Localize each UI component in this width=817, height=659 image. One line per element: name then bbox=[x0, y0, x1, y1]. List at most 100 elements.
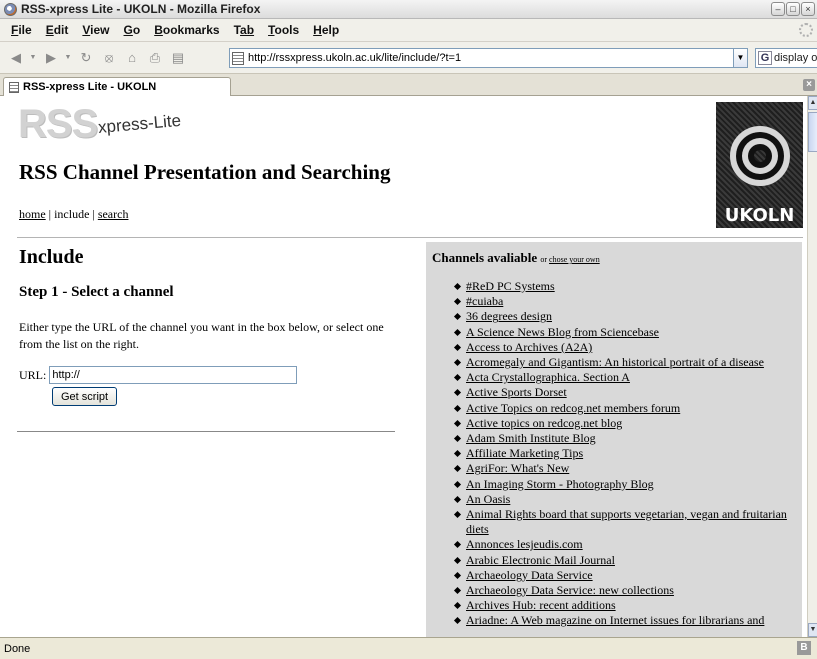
channel-link[interactable]: Animal Rights board that supports vegeta… bbox=[466, 507, 787, 536]
site-navigation: home | include | search bbox=[19, 207, 129, 221]
channel-url-input[interactable] bbox=[49, 366, 298, 384]
list-item: Active Topics on redcog.net members foru… bbox=[454, 401, 796, 416]
list-item: Arabic Electronic Mail Journal bbox=[454, 553, 796, 568]
channel-link[interactable]: #cuiaba bbox=[466, 294, 503, 308]
menu-bookmarks[interactable]: Bookmarks bbox=[147, 23, 226, 37]
window-controls: – □ × bbox=[771, 2, 815, 16]
channel-link[interactable]: Acta Crystallographica. Section A bbox=[466, 370, 630, 384]
url-label: URL: bbox=[19, 367, 47, 382]
step-heading: Step 1 - Select a channel bbox=[19, 284, 174, 300]
channel-link[interactable]: Archives Hub: recent additions bbox=[466, 598, 616, 612]
tab-strip: RSS-xpress Lite - UKOLN × bbox=[0, 74, 817, 96]
get-script-button[interactable]: Get script bbox=[52, 387, 118, 406]
list-item: An Oasis bbox=[454, 492, 796, 507]
back-icon[interactable]: ◀ bbox=[6, 48, 26, 68]
channel-list: #ReD PC Systems #cuiaba 36 degrees desig… bbox=[432, 279, 796, 629]
page-icon bbox=[9, 81, 19, 93]
form-divider bbox=[17, 431, 395, 432]
url-row: URL: bbox=[19, 366, 399, 384]
forward-icon[interactable]: ▶ bbox=[41, 48, 61, 68]
reload-icon[interactable]: ↻ bbox=[76, 48, 96, 68]
list-item: Archives Hub: recent additions bbox=[454, 598, 796, 613]
url-dropdown-icon[interactable]: ▼ bbox=[733, 48, 748, 68]
channel-link[interactable]: Acromegaly and Gigantism: An historical … bbox=[466, 355, 764, 369]
channel-link[interactable]: Ariadne: A Web magazine on Internet issu… bbox=[466, 613, 764, 627]
nav-include-current: include bbox=[54, 207, 90, 221]
channel-link[interactable]: Archaeology Data Service bbox=[466, 568, 593, 582]
page-icon bbox=[232, 51, 244, 65]
channel-link[interactable]: Active topics on redcog.net blog bbox=[466, 416, 622, 430]
search-input[interactable]: display our news your bbox=[774, 52, 817, 64]
close-icon[interactable]: × bbox=[801, 2, 815, 16]
list-item: Animal Rights board that supports vegeta… bbox=[454, 507, 796, 537]
list-item: Affiliate Marketing Tips bbox=[454, 446, 796, 461]
list-item: 36 degrees design bbox=[454, 309, 796, 324]
channel-link[interactable]: An Imaging Storm - Photography Blog bbox=[466, 477, 654, 491]
window-title-bar: RSS-xpress Lite - UKOLN - Mozilla Firefo… bbox=[0, 0, 817, 19]
page-heading: Include bbox=[19, 246, 84, 268]
menu-tools[interactable]: Tools bbox=[261, 23, 306, 37]
list-item: #cuiaba bbox=[454, 294, 796, 309]
list-item: Active Sports Dorset bbox=[454, 385, 796, 400]
channels-heading: Channels avaliable or chose your own bbox=[432, 250, 600, 265]
page-content: RSS xpress-Lite RSS Channel Presentation… bbox=[0, 96, 807, 637]
menu-tab[interactable]: Tab bbox=[227, 23, 261, 37]
list-item: Annonces lesjeudis.com bbox=[454, 537, 796, 552]
navigation-toolbar: ◀ ▼ ▶ ▼ ↻ ⦻ ⌂ ⎙ ▤ ▼ G display our news y… bbox=[0, 42, 817, 74]
scrollbar-thumb[interactable] bbox=[808, 112, 817, 152]
list-item: Acta Crystallographica. Section A bbox=[454, 370, 796, 385]
status-text: Done bbox=[4, 642, 31, 655]
search-engine-icon[interactable]: G bbox=[758, 51, 772, 65]
channel-link[interactable]: Annonces lesjeudis.com bbox=[466, 537, 583, 551]
extension-icon[interactable]: B bbox=[797, 641, 811, 655]
menu-edit[interactable]: Edit bbox=[39, 23, 76, 37]
header-divider bbox=[17, 237, 803, 238]
channel-link[interactable]: Archaeology Data Service: new collection… bbox=[466, 583, 674, 597]
channels-panel: Channels avaliable or chose your own #Re… bbox=[426, 242, 802, 637]
list-item: An Imaging Storm - Photography Blog bbox=[454, 477, 796, 492]
channel-link[interactable]: #ReD PC Systems bbox=[466, 279, 555, 293]
nav-search-link[interactable]: search bbox=[98, 207, 129, 221]
url-input[interactable] bbox=[248, 52, 708, 64]
maximize-icon[interactable]: □ bbox=[786, 2, 800, 16]
forward-dropdown-icon[interactable]: ▼ bbox=[64, 48, 72, 68]
scroll-down-icon[interactable]: ▼ bbox=[808, 623, 817, 637]
minimize-icon[interactable]: – bbox=[771, 2, 785, 16]
menu-bar: File Edit View Go Bookmarks Tab Tools He… bbox=[0, 19, 817, 42]
nav-home-link[interactable]: home bbox=[19, 207, 46, 221]
back-dropdown-icon[interactable]: ▼ bbox=[29, 48, 37, 68]
channel-link[interactable]: Access to Archives (A2A) bbox=[466, 340, 592, 354]
home-icon[interactable]: ⌂ bbox=[122, 48, 142, 68]
channel-link[interactable]: AgriFor: What's New bbox=[466, 461, 569, 475]
print-icon[interactable]: ⎙ bbox=[145, 48, 165, 68]
channel-link[interactable]: A Science News Blog from Sciencebase bbox=[466, 325, 659, 339]
instructions-text: Either type the URL of the channel you w… bbox=[19, 320, 384, 351]
channel-link[interactable]: Arabic Electronic Mail Journal bbox=[466, 553, 615, 567]
channel-link[interactable]: Affiliate Marketing Tips bbox=[466, 446, 583, 460]
channel-link[interactable]: An Oasis bbox=[466, 492, 510, 506]
channel-link[interactable]: Adam Smith Institute Blog bbox=[466, 431, 596, 445]
new-tab-icon[interactable]: ▤ bbox=[168, 48, 188, 68]
channel-link[interactable]: Active Topics on redcog.net members foru… bbox=[466, 401, 680, 415]
rss-xpress-logo: RSS xpress-Lite bbox=[18, 102, 182, 146]
tab-active[interactable]: RSS-xpress Lite - UKOLN bbox=[3, 77, 231, 96]
channel-link[interactable]: 36 degrees design bbox=[466, 309, 552, 323]
menu-file[interactable]: File bbox=[4, 23, 39, 37]
list-item: AgriFor: What's New bbox=[454, 461, 796, 476]
menu-go[interactable]: Go bbox=[117, 23, 148, 37]
menu-help[interactable]: Help bbox=[306, 23, 346, 37]
list-item: Access to Archives (A2A) bbox=[454, 340, 796, 355]
scroll-up-icon[interactable]: ▲ bbox=[808, 96, 817, 110]
list-item: Ariadne: A Web magazine on Internet issu… bbox=[454, 613, 796, 628]
address-bar[interactable] bbox=[229, 48, 734, 68]
ukoln-logo: UKOLN bbox=[716, 102, 803, 228]
menu-view[interactable]: View bbox=[75, 23, 116, 37]
choose-your-own-link[interactable]: chose your own bbox=[549, 255, 600, 264]
list-item: Acromegaly and Gigantism: An historical … bbox=[454, 355, 796, 370]
channel-link[interactable]: Active Sports Dorset bbox=[466, 385, 567, 399]
vertical-scrollbar[interactable]: ▲ ▼ bbox=[807, 96, 817, 637]
list-item: Active topics on redcog.net blog bbox=[454, 416, 796, 431]
search-box[interactable]: G display our news your bbox=[755, 48, 817, 68]
stop-icon[interactable]: ⦻ bbox=[99, 48, 119, 68]
close-tab-icon[interactable]: × bbox=[803, 79, 815, 91]
